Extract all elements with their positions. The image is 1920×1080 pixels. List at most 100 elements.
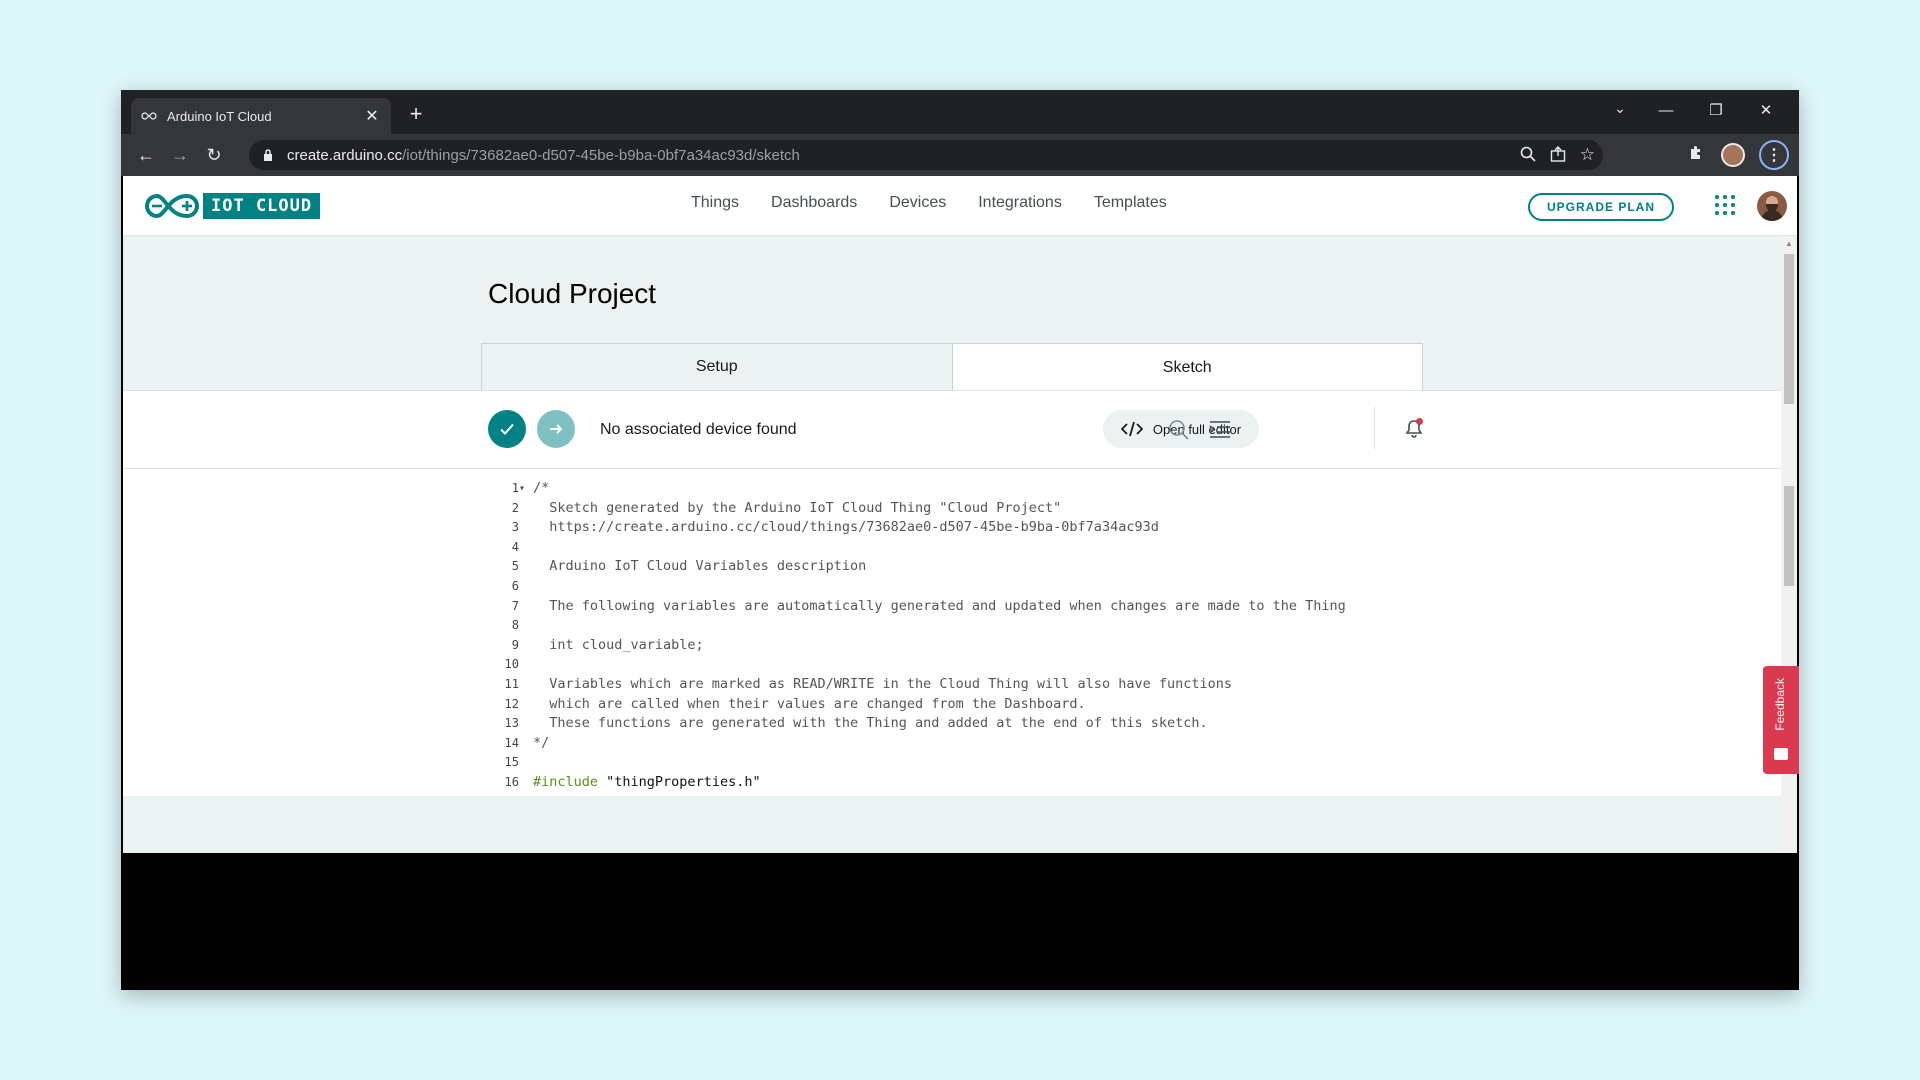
brand-label: IOT CLOUD bbox=[203, 193, 321, 219]
line-number: 6 bbox=[511, 578, 519, 593]
reload-icon[interactable]: ↻ bbox=[197, 145, 231, 166]
line-text: Arduino IoT Cloud Variables description bbox=[533, 558, 867, 575]
code-editor[interactable]: 1 ▾ /* 2 Sketch generated by the Arduino Io… bbox=[123, 469, 1781, 796]
new-tab-button[interactable]: + bbox=[403, 102, 429, 126]
page-title: Cloud Project bbox=[488, 278, 657, 309]
line-number: 16 bbox=[504, 774, 519, 789]
nav-templates[interactable]: Templates bbox=[1094, 194, 1167, 212]
feedback-icon bbox=[1774, 748, 1788, 760]
toolbar-separator bbox=[1374, 407, 1375, 449]
fold-gutter bbox=[519, 734, 527, 754]
line-number: 14 bbox=[504, 735, 519, 750]
main-nav: Things Dashboards Devices Integrations T… bbox=[691, 194, 1167, 212]
address-bar[interactable]: create.arduino.cc/iot/things/73682ae0-d5… bbox=[249, 140, 1603, 170]
url-path: /iot/things/73682ae0-d507-45be-b9ba-0bf7… bbox=[402, 146, 800, 164]
code-line: 7 The following variables are automatica… bbox=[483, 597, 1346, 617]
search-icon[interactable] bbox=[1168, 419, 1190, 441]
line-number: 10 bbox=[504, 657, 519, 672]
tab-strip: Arduino IoT Cloud ✕ + ⌄ — ❐ ✕ bbox=[121, 90, 1799, 134]
nav-things[interactable]: Things bbox=[691, 194, 739, 212]
nav-devices[interactable]: Devices bbox=[889, 194, 946, 212]
line-number: 15 bbox=[504, 755, 519, 770]
fold-marker-icon[interactable]: ▾ bbox=[519, 479, 527, 499]
arduino-infinity-icon bbox=[145, 193, 199, 219]
scrollbar-thumb[interactable] bbox=[1784, 254, 1794, 404]
user-avatar[interactable] bbox=[1757, 191, 1787, 221]
code-line: 9 int cloud_variable; bbox=[483, 636, 1346, 656]
restore-icon[interactable]: ❐ bbox=[1691, 100, 1741, 122]
forward-icon[interactable]: → bbox=[163, 145, 197, 166]
code-line: 4 bbox=[483, 538, 1346, 558]
share-icon[interactable] bbox=[1550, 145, 1566, 165]
feedback-label: Feedback bbox=[1773, 678, 1787, 731]
zoom-icon[interactable] bbox=[1520, 146, 1536, 165]
code-line: 14 */ bbox=[483, 734, 1346, 754]
scroll-up-icon[interactable]: ▲ bbox=[1784, 239, 1794, 248]
verify-button[interactable] bbox=[488, 410, 526, 448]
line-number: 1 bbox=[511, 481, 519, 495]
extensions-icon[interactable] bbox=[1685, 145, 1707, 166]
line-number: 7 bbox=[511, 598, 519, 613]
url-host: create.arduino.cc bbox=[287, 146, 403, 164]
project-tabs: Setup Sketch bbox=[481, 343, 1423, 391]
preprocessor-directive: #include bbox=[533, 773, 599, 790]
address-toolbar: ← → ↻ create.arduino.cc/iot/things/73682… bbox=[121, 134, 1799, 176]
sketch-toolbar: No associated device found Open full edi… bbox=[123, 391, 1781, 469]
fold-gutter bbox=[519, 773, 527, 793]
fold-gutter bbox=[519, 655, 527, 675]
code-line: 2 Sketch generated by the Arduino IoT Cl… bbox=[483, 499, 1346, 519]
code-line: 10 bbox=[483, 655, 1346, 675]
profile-avatar[interactable] bbox=[1721, 143, 1745, 167]
nav-integrations[interactable]: Integrations bbox=[978, 194, 1062, 212]
apps-grid-icon[interactable] bbox=[1715, 195, 1735, 215]
line-number: 3 bbox=[511, 520, 519, 535]
line-text: https://create.arduino.cc/cloud/things/7… bbox=[533, 519, 1159, 536]
line-text bbox=[527, 655, 533, 675]
line-number: 4 bbox=[511, 539, 519, 554]
chrome-menu-icon[interactable]: ⋮ bbox=[1759, 140, 1789, 170]
minimize-icon[interactable]: — bbox=[1641, 100, 1691, 122]
window-close-icon[interactable]: ✕ bbox=[1741, 100, 1791, 122]
tab-sketch[interactable]: Sketch bbox=[952, 343, 1423, 391]
line-number: 11 bbox=[504, 676, 519, 691]
bookmark-star-icon[interactable]: ☆ bbox=[1580, 145, 1595, 165]
notification-bell-icon[interactable] bbox=[1403, 417, 1425, 439]
check-icon bbox=[500, 423, 514, 435]
fold-gutter bbox=[519, 695, 527, 715]
code-line: 13 These functions are generated with th… bbox=[483, 714, 1346, 734]
arrow-right-icon bbox=[550, 424, 563, 434]
code-line: 8 bbox=[483, 616, 1346, 636]
tab-setup[interactable]: Setup bbox=[481, 343, 953, 391]
line-text bbox=[527, 753, 533, 773]
code-line: 6 bbox=[483, 577, 1346, 597]
nav-dashboards[interactable]: Dashboards bbox=[771, 194, 857, 212]
fold-gutter bbox=[519, 499, 527, 519]
line-text bbox=[527, 577, 533, 597]
code-line: 3 https://create.arduino.cc/cloud/things… bbox=[483, 518, 1346, 538]
fold-gutter bbox=[519, 636, 527, 656]
line-text: /* bbox=[533, 480, 550, 496]
code-line: 11 Variables which are marked as READ/WR… bbox=[483, 675, 1346, 695]
back-icon[interactable]: ← bbox=[129, 145, 163, 166]
lock-icon bbox=[263, 148, 277, 162]
tab-title: Arduino IoT Cloud bbox=[167, 108, 272, 124]
feedback-tab[interactable]: Feedback bbox=[1763, 666, 1799, 774]
browser-tab[interactable]: Arduino IoT Cloud ✕ bbox=[131, 98, 391, 134]
fold-gutter bbox=[519, 675, 527, 695]
indent-icon[interactable] bbox=[1209, 419, 1231, 441]
tab-close-icon[interactable]: ✕ bbox=[363, 106, 381, 126]
line-text: Variables which are marked as READ/WRITE… bbox=[533, 675, 1232, 692]
line-text: int cloud_variable; bbox=[533, 636, 704, 653]
tab-search-icon[interactable]: ⌄ bbox=[1605, 100, 1635, 117]
line-text: Sketch generated by the Arduino IoT Clou… bbox=[533, 499, 1062, 516]
editor-scrollbar-thumb[interactable] bbox=[1784, 486, 1794, 586]
line-number: 12 bbox=[504, 696, 519, 711]
upgrade-plan-button[interactable]: UPGRADE PLAN bbox=[1528, 193, 1674, 221]
code-line: 1 ▾ /* bbox=[483, 479, 1346, 499]
line-number: 5 bbox=[511, 559, 519, 574]
upload-button[interactable] bbox=[537, 410, 575, 448]
code-line: 5 Arduino IoT Cloud Variables descriptio… bbox=[483, 557, 1346, 577]
code-line: 15 bbox=[483, 753, 1346, 773]
line-text: */ bbox=[533, 734, 550, 751]
arduino-logo[interactable]: IOT CLOUD bbox=[143, 193, 321, 219]
